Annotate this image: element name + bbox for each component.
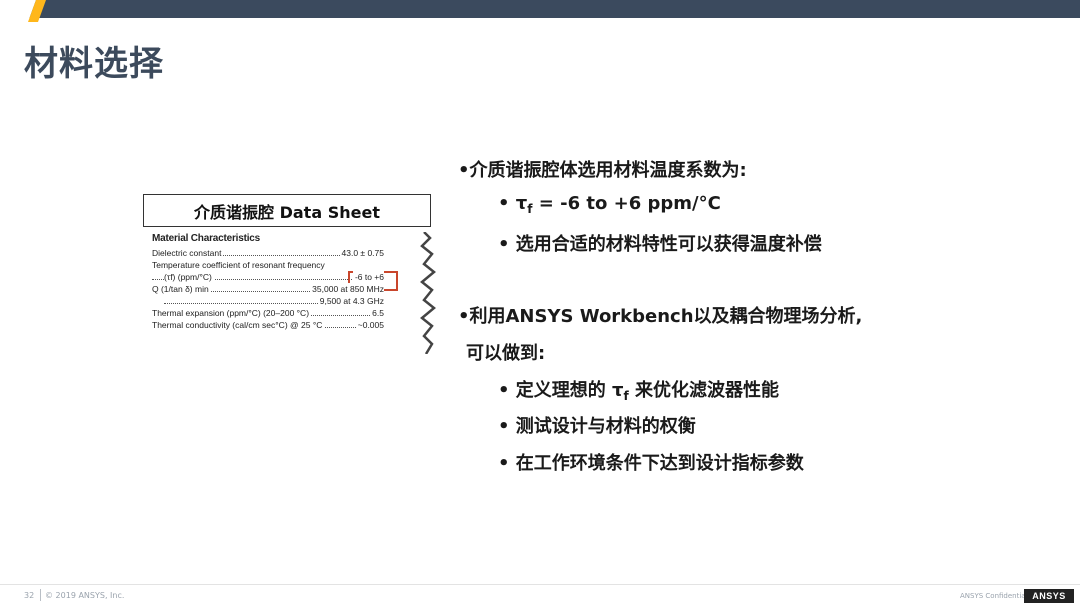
torn-edge-graphic [420,232,436,354]
bullet-define-tau-f: • 定义理想的 τf 来优化滤波器性能 [498,380,780,403]
datasheet-row: Thermal expansion (ppm/°C) (20–200 °C) 6… [152,307,384,319]
bullet-ansys-workbench-cont: 可以做到: [466,343,546,364]
datasheet-row: Dielectric constant 43.0 ± 0.75 [152,247,384,259]
footer-divider [0,584,1080,585]
header-bar [0,0,1080,18]
ansys-logo: ANSYS [1024,589,1074,603]
datasheet-table: Material Characteristics Dielectric cons… [152,233,437,353]
datasheet-row: Thermal conductivity (cal/cm sec°C) @ 25… [152,319,384,331]
copyright-text: © 2019 ANSYS, Inc. [45,591,125,600]
tau-f-value: -6 to +6 [352,271,384,283]
page-number: 32 [24,591,35,600]
bullet-material-temp-coefficient: •介质谐振腔体选用材料温度系数为: [458,160,747,181]
datasheet-row: Q (1/tan δ) min 35,000 at 850 MHz [152,283,384,295]
datasheet-title: 介质谐振腔 Data Sheet [143,194,431,227]
datasheet-heading: Material Characteristics [152,233,261,244]
bullet-tau-f-range: • τf = -6 to +6 ppm/°C [498,193,721,216]
page-title: 材料选择 [24,44,164,84]
bullet-ansys-workbench: •利用ANSYS Workbench以及耦合物理场分析, [458,306,863,327]
datasheet-row: 9,500 at 4.3 GHz [152,295,384,307]
footer-separator [40,589,41,601]
bullet-temp-compensation: • 选用合适的材料特性可以获得温度补偿 [498,234,822,255]
confidential-label: ANSYS Confidential [960,592,1028,600]
datasheet-row: Temperature coefficient of resonant freq… [152,260,327,270]
bullet-design-tradeoff: • 测试设计与材料的权衡 [498,416,696,437]
bullet-design-spec: • 在工作环境条件下达到设计指标参数 [498,453,804,474]
